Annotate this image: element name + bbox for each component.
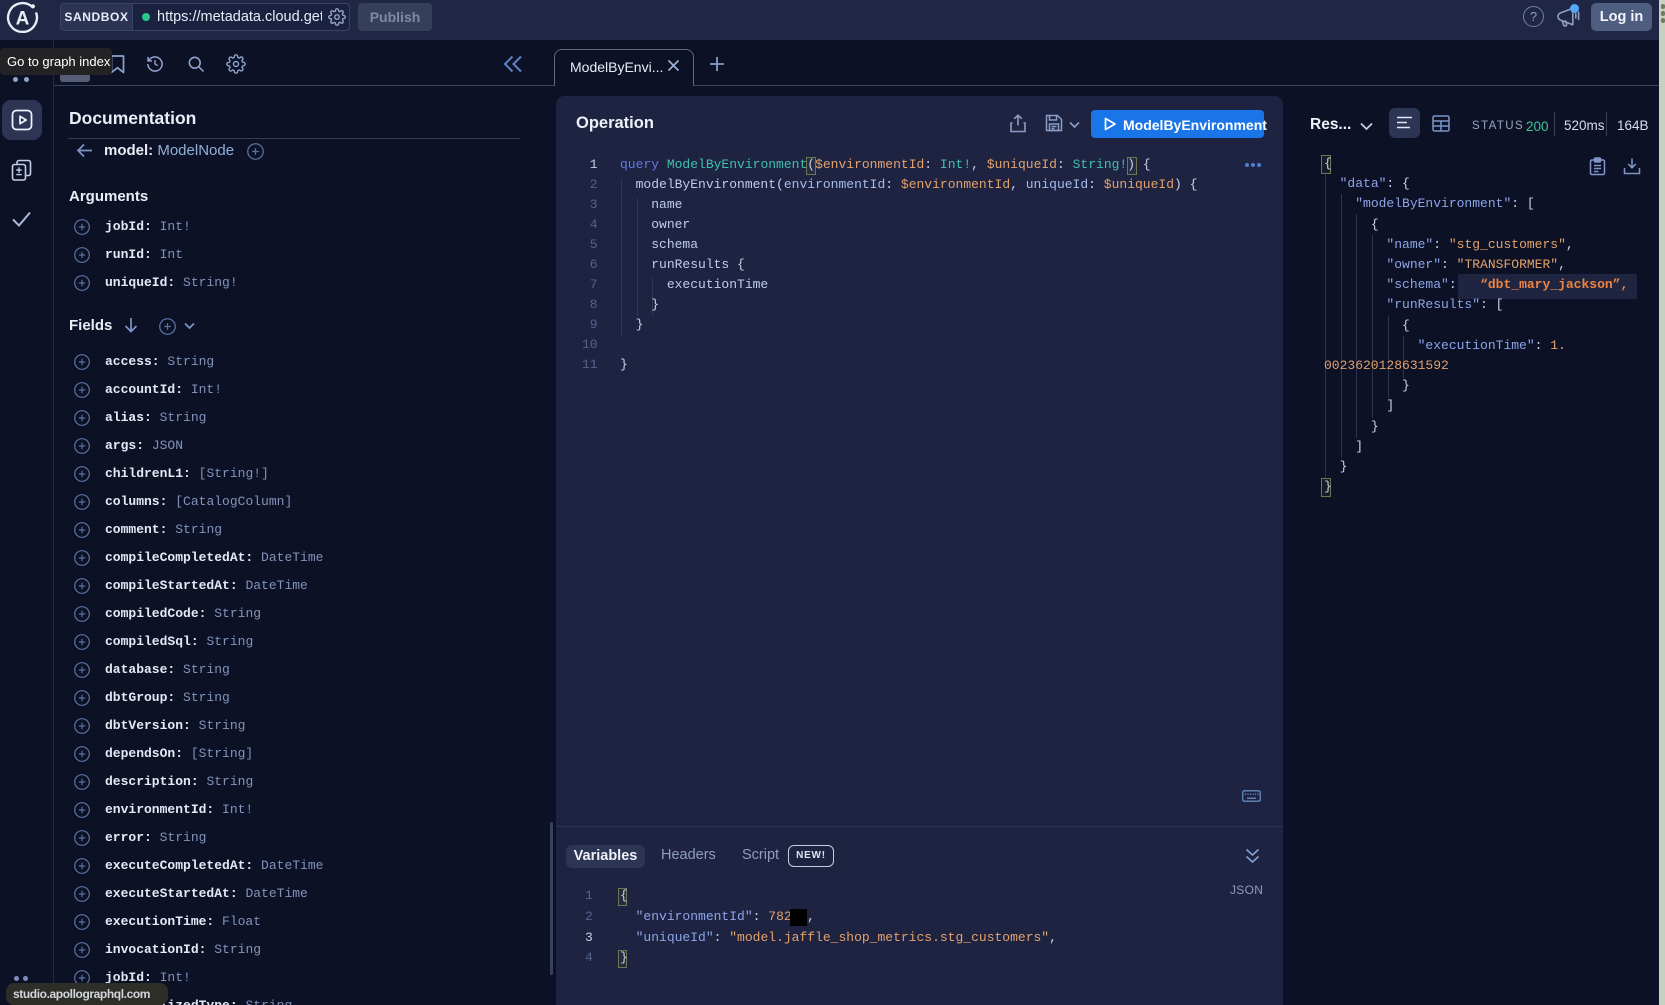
svg-text:A: A <box>16 9 30 30</box>
